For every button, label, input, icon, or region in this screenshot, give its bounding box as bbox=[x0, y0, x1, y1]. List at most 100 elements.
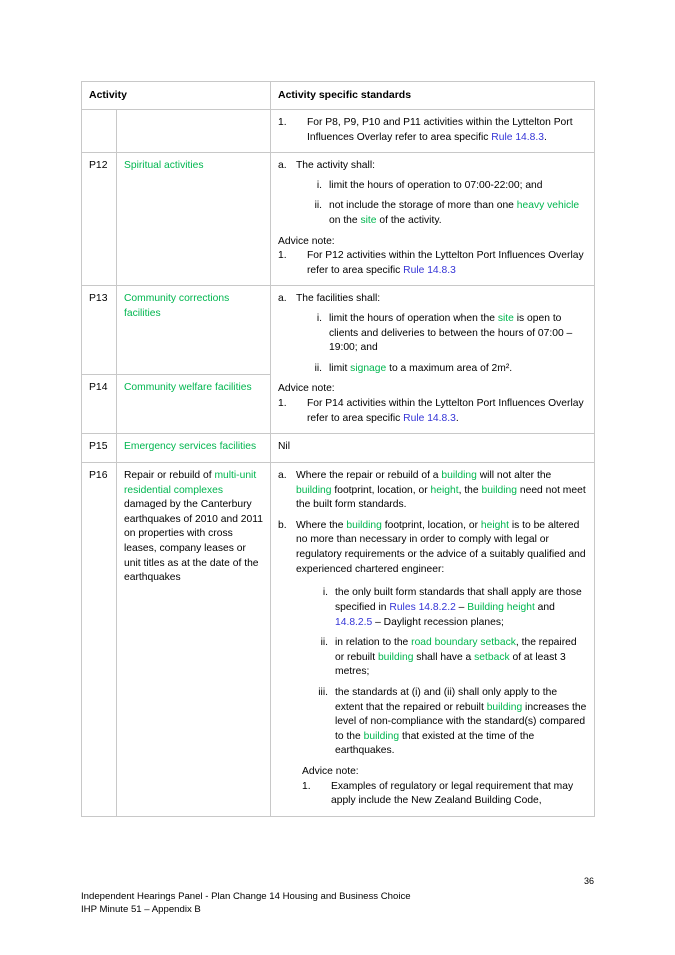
text-run: . bbox=[543, 131, 547, 143]
list-body: in relation to the road boundary setback… bbox=[335, 636, 587, 680]
document-page: Activity Activity specific standards 1. … bbox=[0, 0, 675, 955]
text-run: , the bbox=[458, 484, 482, 496]
text-run: footprint, location, or bbox=[381, 519, 481, 531]
list-marker: 1. bbox=[278, 250, 287, 262]
list-item: i. limit the hours of operation when the… bbox=[302, 312, 587, 356]
defined-term[interactable]: building bbox=[482, 485, 518, 496]
rule-link[interactable]: 14.8.2.5 bbox=[335, 617, 372, 628]
footer-line-2: IHP Minute 51 – Appendix B bbox=[81, 904, 201, 916]
defined-term[interactable]: Building height bbox=[467, 602, 535, 613]
defined-term[interactable]: building bbox=[487, 702, 523, 713]
defined-term[interactable]: building bbox=[441, 470, 477, 481]
list-item: iii. the standards at (i) and (ii) shall… bbox=[308, 686, 587, 759]
list-marker: a. bbox=[278, 470, 287, 482]
table-row-continued: 1. For P8, P9, P10 and P11 activities wi… bbox=[81, 108, 595, 154]
list-body: Where the repair or rebuild of a buildin… bbox=[296, 469, 587, 513]
list-marker: iii. bbox=[318, 686, 328, 698]
list-item: 1. For P14 activities within the Lyttelt… bbox=[278, 397, 587, 426]
defined-term[interactable]: road boundary setback bbox=[411, 637, 516, 648]
activity-code-p12: P12 bbox=[81, 152, 117, 287]
defined-term[interactable]: Community welfare facilities bbox=[124, 382, 252, 393]
text-run: will not alter the bbox=[476, 470, 552, 482]
table-row-p16: P16 Repair or rebuild of multi-unit resi… bbox=[81, 462, 595, 817]
activity-name-p13: Community corrections facilities bbox=[116, 285, 271, 376]
defined-term[interactable]: building bbox=[378, 652, 414, 663]
activity-code-p13: P13 bbox=[81, 285, 117, 376]
activity-name-p14: Community welfare facilities bbox=[116, 374, 271, 435]
list-marker: i. bbox=[316, 179, 322, 191]
list-body: limit the hours of operation when the si… bbox=[329, 312, 587, 356]
list-item: a. The facilities shall: bbox=[278, 292, 587, 307]
row-name-empty bbox=[116, 108, 271, 154]
row-standards-p16: a. Where the repair or rebuild of a buil… bbox=[270, 462, 595, 817]
defined-term[interactable]: building bbox=[364, 731, 400, 742]
defined-term[interactable]: signage bbox=[350, 363, 386, 374]
text-run: Where the bbox=[296, 519, 347, 531]
list-marker: 1. bbox=[278, 116, 287, 128]
table-row-p13: P13 Community corrections facilities a. … bbox=[81, 285, 595, 435]
text-run: of the activity. bbox=[376, 214, 442, 226]
page-footer: Independent Hearings Panel - Plan Change… bbox=[81, 890, 411, 916]
text-run: in relation to the bbox=[335, 637, 412, 649]
text-run: to a maximum area of 2m². bbox=[386, 362, 513, 374]
defined-term[interactable]: heavy vehicle bbox=[517, 200, 579, 211]
list-marker: a. bbox=[278, 293, 287, 305]
list-item: a. Where the repair or rebuild of a buil… bbox=[278, 469, 587, 513]
defined-term[interactable]: Spiritual activities bbox=[124, 160, 204, 171]
activity-name-p12: Spiritual activities bbox=[116, 152, 271, 287]
defined-term[interactable]: site bbox=[498, 313, 514, 324]
activity-code-p15: P15 bbox=[81, 433, 117, 464]
list-marker: ii. bbox=[320, 637, 328, 649]
list-body: limit signage to a maximum area of 2m². bbox=[329, 362, 587, 377]
text-run: . bbox=[455, 412, 459, 424]
list-body: the only built form standards that shall… bbox=[335, 586, 587, 630]
table-header-row: Activity Activity specific standards bbox=[81, 81, 595, 110]
footer-line-1: Independent Hearings Panel - Plan Change… bbox=[81, 891, 411, 902]
list-item: 1. For P8, P9, P10 and P11 activities wi… bbox=[278, 116, 587, 145]
rule-link[interactable]: Rule 14.8.3 bbox=[403, 265, 456, 276]
list-body: not include the storage of more than one… bbox=[329, 199, 587, 228]
list-body: the standards at (i) and (ii) shall only… bbox=[335, 686, 587, 759]
defined-term[interactable]: setback bbox=[474, 652, 510, 663]
list-item: ii. not include the storage of more than… bbox=[302, 199, 587, 228]
row-standards-p13-p14: a. The facilities shall: i. limit the ho… bbox=[270, 285, 595, 435]
activity-name-p16: Repair or rebuild of multi-unit resident… bbox=[116, 462, 271, 817]
list-marker: i. bbox=[316, 313, 322, 324]
list-body: For P14 activities within the Lyttelton … bbox=[307, 397, 587, 426]
activity-code-p16: P16 bbox=[81, 462, 117, 817]
list-body: Where the building footprint, location, … bbox=[296, 519, 587, 577]
row-standards-continued: 1. For P8, P9, P10 and P11 activities wi… bbox=[270, 108, 595, 154]
activity-standards-table: Activity Activity specific standards 1. … bbox=[81, 81, 595, 817]
text-run: Where the repair or rebuild of a bbox=[296, 470, 442, 482]
text-run: and bbox=[534, 601, 555, 613]
rule-link[interactable]: Rule 14.8.3 bbox=[403, 413, 456, 424]
row-code-empty bbox=[81, 108, 117, 154]
defined-term[interactable]: Community corrections facilities bbox=[124, 293, 229, 319]
list-body: The activity shall: bbox=[296, 160, 375, 172]
defined-term[interactable]: building bbox=[346, 520, 382, 531]
list-item: b. Where the building footprint, locatio… bbox=[278, 519, 587, 577]
defined-term[interactable]: height bbox=[481, 520, 509, 531]
defined-term[interactable]: Emergency services facilities bbox=[124, 441, 256, 452]
list-marker: i. bbox=[322, 587, 328, 599]
text-run: limit the hours of operation when the bbox=[329, 313, 498, 324]
text-run: – Daylight recession planes; bbox=[372, 616, 504, 628]
defined-term[interactable]: site bbox=[361, 215, 377, 226]
advice-note-label: Advice note: bbox=[302, 766, 359, 777]
advice-note-label: Advice note: bbox=[278, 235, 335, 247]
defined-term[interactable]: height bbox=[431, 485, 459, 496]
list-item: ii. limit signage to a maximum area of 2… bbox=[302, 362, 587, 377]
list-marker: 1. bbox=[278, 398, 287, 410]
text-run: – bbox=[455, 601, 468, 613]
row-standards-p15: Nil bbox=[270, 433, 595, 464]
list-item: 1. For P12 activities within the Lyttelt… bbox=[278, 249, 587, 278]
list-item: ii. in relation to the road boundary set… bbox=[308, 636, 587, 680]
advice-note-label: Advice note: bbox=[278, 383, 335, 395]
list-body: The facilities shall: bbox=[296, 293, 381, 305]
text-run: Repair or rebuild of bbox=[124, 470, 215, 482]
rule-link[interactable]: Rules 14.8.2.2 bbox=[389, 602, 455, 613]
defined-term[interactable]: building bbox=[296, 485, 332, 496]
list-body: For P8, P9, P10 and P11 activities withi… bbox=[307, 116, 587, 145]
text-run: on the bbox=[329, 214, 361, 226]
rule-link[interactable]: Rule 14.8.3 bbox=[491, 132, 544, 143]
